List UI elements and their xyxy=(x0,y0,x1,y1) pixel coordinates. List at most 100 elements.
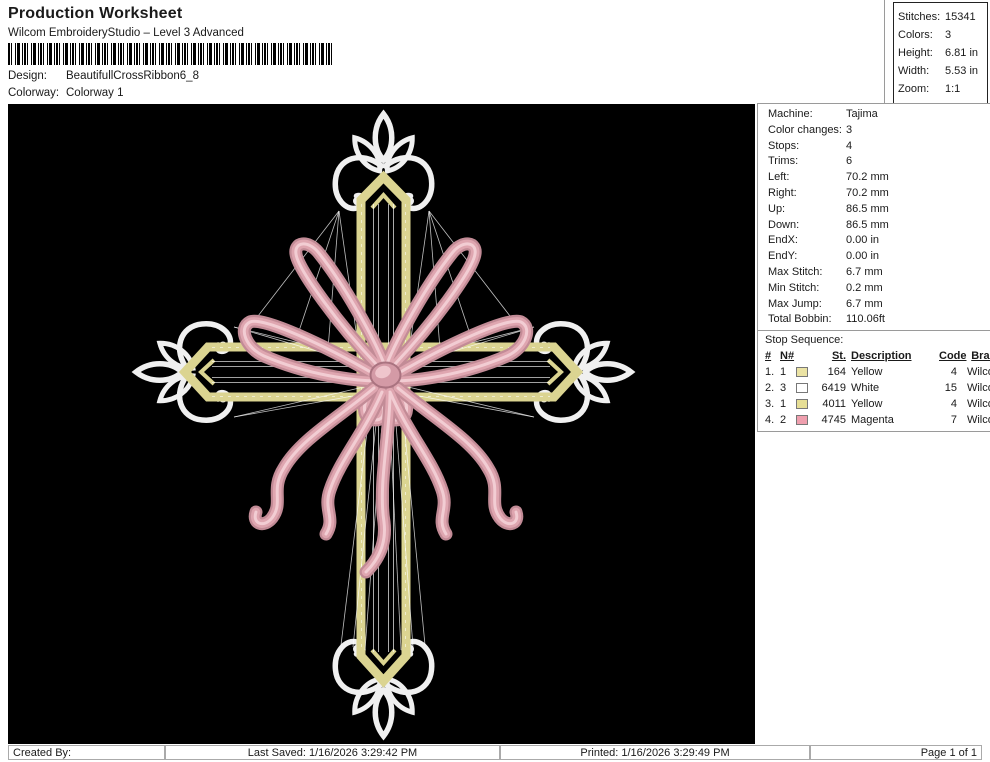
seq-needle: 2 xyxy=(780,414,787,427)
seq-num: 4. xyxy=(765,414,775,427)
seq-swatch-cell xyxy=(796,415,816,426)
machine-row-label: Trims: xyxy=(768,155,799,168)
summary-row-label: Stitches: xyxy=(898,11,941,23)
stop-sequence-row: 4. 2 4745 Magenta 7 Wilcom xyxy=(758,412,990,428)
thread-color-swatch xyxy=(796,383,808,394)
col-description: Description xyxy=(851,350,912,363)
machine-row-label: Up: xyxy=(768,202,786,215)
machine-row: Trims: 6 xyxy=(758,154,990,170)
colorway-label: Colorway: xyxy=(8,87,60,99)
machine-row: EndX: 0.00 in xyxy=(758,233,990,249)
footer-printed: Printed: 1/16/2026 3:29:49 PM xyxy=(500,745,810,760)
summary-row: Width: 5.53 in xyxy=(894,62,987,80)
machine-row-label: Right: xyxy=(768,186,797,199)
seq-stitch-code: 164 xyxy=(827,366,846,379)
machine-row-label: Down: xyxy=(768,218,800,231)
seq-needle: 1 xyxy=(780,366,787,379)
seq-description: Yellow xyxy=(851,366,883,379)
stop-sequence-row: 3. 1 4011 Yellow 4 Wilcom xyxy=(758,396,990,412)
col-st: St. xyxy=(831,350,846,363)
seq-num: 3. xyxy=(765,398,775,411)
seq-num: 2. xyxy=(765,382,775,395)
machine-row-value: 70.2 mm xyxy=(846,186,889,199)
stop-sequence-row: 2. 3 6419 White 15 Wilcom xyxy=(758,380,990,396)
machine-row: EndY: 0.00 in xyxy=(758,249,990,265)
seq-swatch-cell xyxy=(796,399,816,410)
machine-row-value: 0.2 mm xyxy=(846,281,883,294)
thread-color-swatch xyxy=(796,399,808,410)
summary-row: Stitches: 15341 xyxy=(894,8,987,26)
ribbon-knot xyxy=(369,361,402,389)
footer-last-saved: Last Saved: 1/16/2026 3:29:42 PM xyxy=(165,745,500,760)
seq-brand: Wilcom xyxy=(966,414,990,427)
embroidery-preview xyxy=(8,104,755,744)
seq-stitch-code: 4011 xyxy=(822,398,846,411)
seq-swatch-cell xyxy=(796,367,816,378)
machine-panel-rows: Machine: Tajima Color changes: 3 Stops: 4 Trim… xyxy=(758,104,990,330)
machine-row-value: 6.7 mm xyxy=(846,297,883,310)
seq-description: White xyxy=(851,382,880,395)
summary-row-value: 3 xyxy=(945,29,952,41)
machine-row-value: 4 xyxy=(846,139,853,152)
machine-row-value: 0.00 in xyxy=(846,234,880,247)
stop-sequence-block: Stop Sequence: # N# St. Description Code… xyxy=(758,330,990,433)
machine-row-label: Machine: xyxy=(768,108,813,120)
seq-description: Yellow xyxy=(851,398,883,411)
summary-row-label: Height: xyxy=(898,47,933,59)
seq-code: 4 xyxy=(950,366,957,379)
machine-row-value: 110.06ft xyxy=(846,313,885,326)
seq-needle: 3 xyxy=(780,382,787,395)
machine-row: Total Bobbin: 110.06ft xyxy=(758,312,990,328)
seq-code: 4 xyxy=(950,398,957,411)
summary-row-value: 5.53 in xyxy=(945,65,979,77)
col-code: Code xyxy=(939,350,967,363)
summary-row-value: 1:1 xyxy=(945,83,961,95)
machine-row-label: Left: xyxy=(768,171,790,184)
design-row: Design: BeautifullCrossRibbon6_8 xyxy=(8,70,199,82)
machine-row-value: 86.5 mm xyxy=(846,218,889,231)
machine-row-value: 0.00 in xyxy=(846,250,880,263)
machine-row-value: 6.7 mm xyxy=(846,265,883,278)
col-brand: Brand xyxy=(971,350,990,363)
machine-row: Stops: 4 xyxy=(758,139,990,155)
col-n: N# xyxy=(780,350,795,363)
seq-code: 7 xyxy=(950,414,957,427)
machine-row-label: Max Jump: xyxy=(768,297,822,310)
summary-row-label: Zoom: xyxy=(898,83,930,95)
summary-row-value: 6.81 in xyxy=(945,47,979,59)
seq-num: 1. xyxy=(765,366,775,379)
summary-box: Stitches: 15341 Colors: 3 Height: 6.81 in Widt… xyxy=(893,2,988,107)
machine-row: Min Stitch: 0.2 mm xyxy=(758,281,990,297)
machine-row-value: 86.5 mm xyxy=(846,202,889,215)
machine-row-label: EndY: xyxy=(768,250,798,263)
seq-stitch-code: 4745 xyxy=(821,414,846,427)
machine-row-value: 3 xyxy=(846,123,853,136)
design-canvas xyxy=(8,104,755,744)
header-divider xyxy=(884,0,885,103)
seq-brand: Wilcom xyxy=(966,366,990,379)
seq-swatch-cell xyxy=(796,383,816,394)
production-worksheet-page: Production Worksheet Wilcom EmbroiderySt… xyxy=(0,0,990,762)
machine-row-value: 6 xyxy=(846,155,853,168)
thread-color-swatch xyxy=(796,367,808,378)
app-subtitle: Wilcom EmbroideryStudio – Level 3 Advanc… xyxy=(8,27,244,39)
machine-row: Up: 86.5 mm xyxy=(758,202,990,218)
seq-stitch-code: 6419 xyxy=(821,382,846,395)
machine-row: Down: 86.5 mm xyxy=(758,218,990,234)
seq-needle: 1 xyxy=(780,398,787,411)
summary-row: Colors: 3 xyxy=(894,26,987,44)
design-value: BeautifullCrossRibbon6_8 xyxy=(66,70,199,82)
seq-brand: Wilcom xyxy=(966,398,990,411)
colorway-row: Colorway: Colorway 1 xyxy=(8,87,124,99)
machine-row-label: EndX: xyxy=(768,234,798,247)
seq-description: Magenta xyxy=(851,414,894,427)
thread-color-swatch xyxy=(796,415,808,426)
footer-page: Page 1 of 1 xyxy=(810,745,982,760)
machine-row-label: Min Stitch: xyxy=(768,281,820,294)
machine-row-value: 70.2 mm xyxy=(846,171,889,184)
seq-brand: Wilcom xyxy=(966,382,990,395)
summary-box-rows: Stitches: 15341 Colors: 3 Height: 6.81 in Widt… xyxy=(894,8,987,98)
machine-row-label: Total Bobbin: xyxy=(768,313,832,326)
design-label: Design: xyxy=(8,70,47,82)
machine-panel: Machine: Tajima Color changes: 3 Stops: 4 Trim… xyxy=(757,103,990,433)
